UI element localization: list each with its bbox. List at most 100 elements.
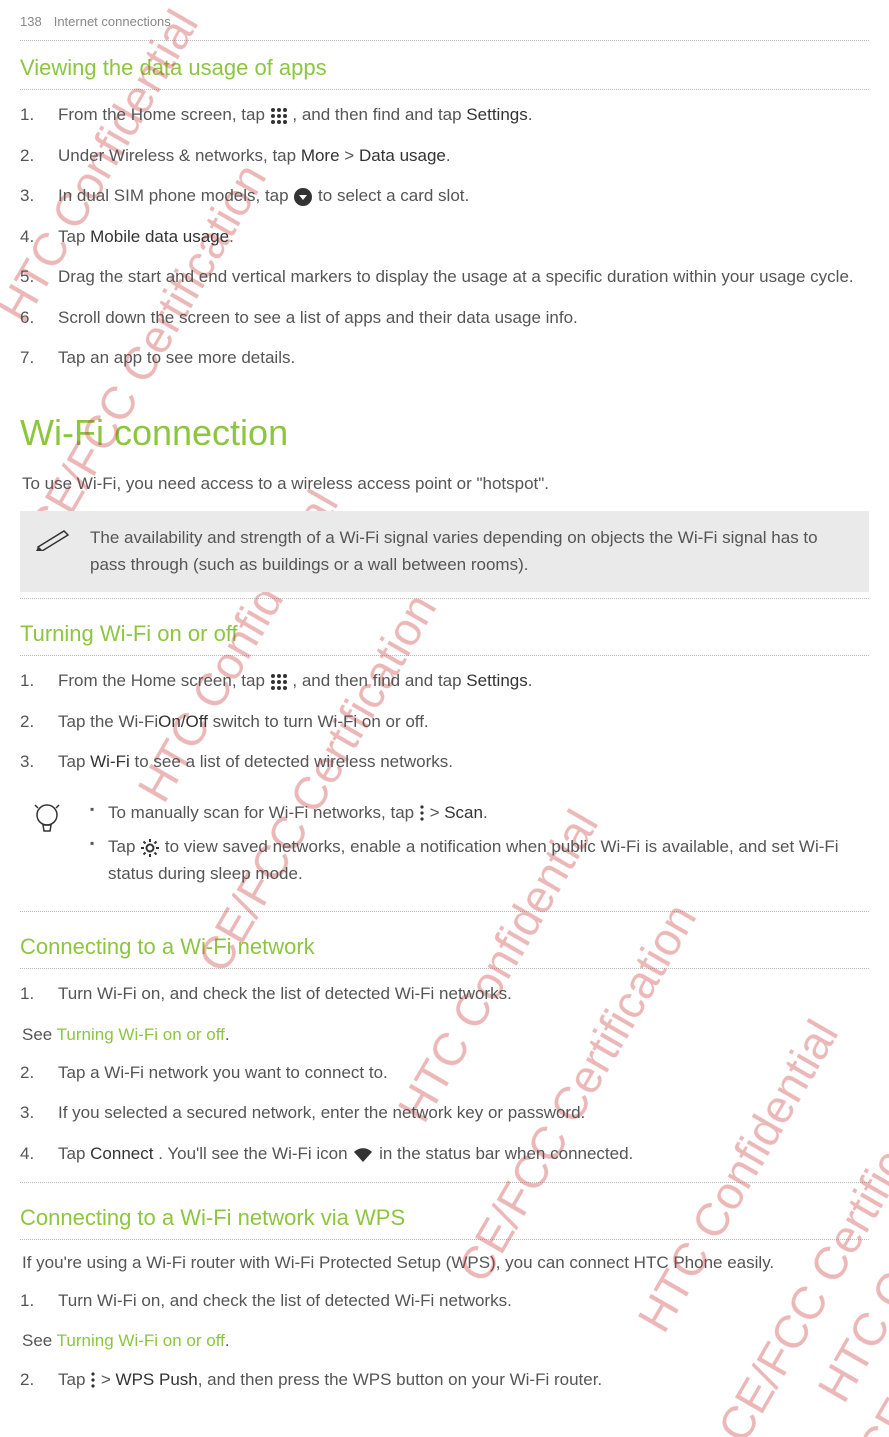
step-text: Tap: [58, 752, 90, 771]
step: 3. If you selected a secured network, en…: [48, 1100, 869, 1126]
step-number: 2.: [20, 709, 46, 735]
step-text: , and then press the WPS button on your …: [198, 1370, 602, 1389]
step: 2. Tap a Wi-Fi network you want to conne…: [48, 1060, 869, 1086]
step-number: 2.: [20, 143, 46, 169]
tips-callout: To manually scan for Wi-Fi networks, tap…: [20, 790, 869, 906]
step: 1. Turn Wi-Fi on, and check the list of …: [48, 981, 869, 1007]
step-text: From the Home screen, tap: [58, 671, 270, 690]
viewing-steps: 1. From the Home screen, tap , and then …: [20, 102, 869, 371]
step-number: 1.: [20, 668, 46, 694]
see-link[interactable]: Turning Wi-Fi on or off: [57, 1025, 225, 1044]
step-text: switch to turn Wi-Fi on or off.: [208, 712, 429, 731]
overflow-menu-icon: [90, 1367, 96, 1393]
step-number: 4.: [20, 1141, 46, 1167]
step: 7. Tap an app to see more details.: [48, 345, 869, 371]
step: 2. Tap the Wi-FiOn/Off switch to turn Wi…: [48, 709, 869, 735]
step-text: Turn Wi-Fi on, and check the list of det…: [58, 1291, 512, 1310]
section-title-connecting-wps: Connecting to a Wi-Fi network via WPS: [20, 1201, 869, 1235]
divider: [20, 598, 869, 599]
step-bold: On/Off: [158, 712, 208, 731]
tip-text: To manually scan for Wi-Fi networks, tap: [108, 803, 419, 822]
step-number: 1.: [20, 1288, 46, 1314]
step-text: .: [229, 227, 234, 246]
divider: [20, 1182, 869, 1183]
step: 5. Drag the start and end vertical marke…: [48, 264, 869, 290]
divider: [20, 655, 869, 656]
divider: [20, 911, 869, 912]
step-bold: Connect: [90, 1144, 153, 1163]
see-link[interactable]: Turning Wi-Fi on or off: [57, 1331, 225, 1350]
step-bold: Settings: [466, 105, 527, 124]
step-number: 1.: [20, 981, 46, 1007]
step: 3. Tap Wi-Fi to see a list of detected w…: [48, 749, 869, 775]
step-text: If you selected a secured network, enter…: [58, 1103, 585, 1122]
step: 1. Turn Wi-Fi on, and check the list of …: [48, 1288, 869, 1314]
apps-grid-icon: [270, 669, 288, 695]
step-text: to see a list of detected wireless netwo…: [135, 752, 453, 771]
gear-icon: [140, 835, 160, 861]
step-bold: Data usage: [359, 146, 446, 165]
heading-wifi-connection: Wi-Fi connection: [20, 405, 869, 461]
see-reference: See Turning Wi-Fi on or off.: [22, 1022, 869, 1048]
pencil-icon: [36, 525, 72, 551]
step-number: 3.: [20, 1100, 46, 1126]
step-text: Tap: [58, 227, 90, 246]
step-text: .: [528, 671, 533, 690]
step-text: , and then find and tap: [292, 105, 466, 124]
connecting-steps-rest: 2. Tap a Wi-Fi network you want to conne…: [20, 1060, 869, 1167]
step: 1. From the Home screen, tap , and then …: [48, 102, 869, 129]
section-title-connecting-wifi: Connecting to a Wi-Fi network: [20, 930, 869, 964]
step: 4. Tap Mobile data usage.: [48, 224, 869, 250]
step-number: 7.: [20, 345, 46, 371]
dropdown-circle-icon: [293, 184, 313, 210]
step-text: Scroll down the screen to see a list of …: [58, 308, 578, 327]
step-text: to select a card slot.: [318, 186, 469, 205]
step-number: 2.: [20, 1367, 46, 1393]
step: 1. From the Home screen, tap , and then …: [48, 668, 869, 695]
step-number: 3.: [20, 183, 46, 209]
divider: [20, 89, 869, 90]
step-bold: Mobile data usage: [90, 227, 229, 246]
turning-steps: 1. From the Home screen, tap , and then …: [20, 668, 869, 775]
step-number: 4.: [20, 224, 46, 250]
see-prefix: See: [22, 1331, 57, 1350]
callout-text: The availability and strength of a Wi-Fi…: [90, 528, 818, 573]
wps-intro-text: If you're using a Wi-Fi router with Wi-F…: [20, 1250, 869, 1276]
tip-text: >: [430, 803, 445, 822]
tip-item: To manually scan for Wi-Fi networks, tap…: [90, 800, 853, 827]
step-number: 5.: [20, 264, 46, 290]
lightbulb-icon: [32, 802, 62, 836]
step-bold: Settings: [466, 671, 527, 690]
section-title-viewing: Viewing the data usage of apps: [20, 51, 869, 85]
step-number: 2.: [20, 1060, 46, 1086]
step: 2. Under Wireless & networks, tap More >…: [48, 143, 869, 169]
tip-text: .: [483, 803, 488, 822]
wps-step2: 2. Tap > WPS Push, and then press the WP…: [20, 1367, 869, 1394]
section-title-turning-wifi: Turning Wi-Fi on or off: [20, 617, 869, 651]
see-suffix: .: [225, 1331, 230, 1350]
tip-bold: Scan: [444, 803, 483, 822]
step-text: .: [528, 105, 533, 124]
step-text: >: [101, 1370, 116, 1389]
overflow-menu-icon: [419, 800, 425, 826]
note-callout: The availability and strength of a Wi-Fi…: [20, 511, 869, 592]
tip-text: Tap: [108, 837, 140, 856]
step-text: . You'll see the Wi-Fi icon: [158, 1144, 352, 1163]
step-text: Drag the start and end vertical markers …: [58, 267, 854, 286]
step-text: Tap a Wi-Fi network you want to connect …: [58, 1063, 388, 1082]
step-text: , and then find and tap: [292, 671, 466, 690]
tip-item: Tap to view saved networks, enable a not…: [90, 834, 853, 887]
page-number: 138: [20, 12, 42, 32]
step-text: Under Wireless & networks, tap: [58, 146, 301, 165]
divider: [20, 968, 869, 969]
step-text: From the Home screen, tap: [58, 105, 270, 124]
step-text: Tap: [58, 1370, 90, 1389]
page-header: 138 Internet connections: [20, 0, 869, 36]
step-number: 6.: [20, 305, 46, 331]
wifi-icon: [352, 1141, 374, 1167]
divider: [20, 40, 869, 41]
step-text: Tap an app to see more details.: [58, 348, 295, 367]
wifi-intro-text: To use Wi-Fi, you need access to a wirel…: [20, 471, 869, 497]
see-prefix: See: [22, 1025, 57, 1044]
step-text: .: [446, 146, 451, 165]
